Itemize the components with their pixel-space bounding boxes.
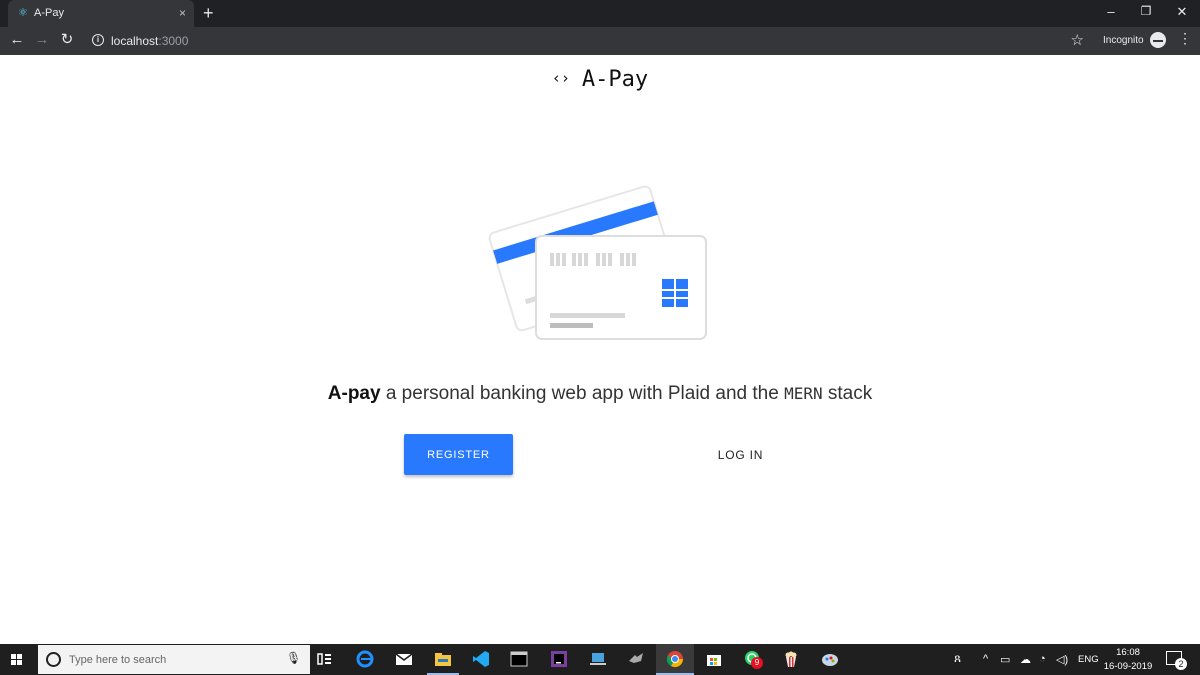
- react-favicon-icon: ⚛: [18, 7, 28, 19]
- chrome-icon[interactable]: [665, 649, 685, 669]
- popcorn-app-icon[interactable]: [781, 649, 801, 669]
- browser-tabstrip: ⚛ A-Pay × + – ❐ ✕: [0, 0, 1200, 27]
- people-icon[interactable]: ጸ: [954, 651, 961, 666]
- close-tab-icon[interactable]: ×: [179, 6, 186, 20]
- show-hidden-icons-chevron-up-icon[interactable]: ^: [983, 653, 988, 665]
- page-content: ‹› A-Pay A-pay a personal banking web app…: [0, 55, 1200, 644]
- intellij-icon[interactable]: [549, 649, 569, 669]
- code-icon: ‹›: [551, 69, 570, 87]
- incognito-icon[interactable]: [1150, 32, 1166, 48]
- reload-icon[interactable]: ↻: [58, 32, 76, 48]
- windows-taskbar: Type here to search 🎙 9 ጸ ^ ▭ ☁ ◔ ◁) ENG…: [0, 644, 1200, 675]
- clock-time: 16:08: [1116, 647, 1140, 658]
- language-indicator[interactable]: ENG: [1078, 654, 1099, 665]
- edge-browser-icon[interactable]: [355, 649, 375, 669]
- paint-icon[interactable]: [820, 649, 840, 669]
- brand-header[interactable]: ‹› A-Pay: [0, 67, 1200, 92]
- onedrive-cloud-icon[interactable]: ☁: [1020, 653, 1031, 666]
- microphone-icon[interactable]: 🎙: [286, 651, 301, 665]
- close-window-icon[interactable]: ✕: [1172, 4, 1192, 20]
- brand-name: A-Pay: [581, 67, 649, 92]
- game-app-icon[interactable]: [626, 649, 646, 669]
- site-info-icon[interactable]: i: [92, 34, 104, 46]
- tab-a-pay[interactable]: ⚛ A-Pay ×: [8, 0, 194, 27]
- volume-icon[interactable]: ◁): [1056, 653, 1068, 666]
- taskbar-search-input[interactable]: Type here to search 🎙: [38, 645, 310, 674]
- browser-toolbar: ← → ↻ i localhost:3000 ☆ Incognito ⋮: [0, 27, 1200, 55]
- address-bar[interactable]: i localhost:3000 ☆: [86, 29, 1090, 53]
- credit-cards-illustration: [488, 185, 707, 340]
- taskbar-clock[interactable]: 16:08 16-09-2019: [1102, 646, 1154, 674]
- new-tab-button[interactable]: +: [203, 3, 214, 23]
- laptop-app-icon[interactable]: [588, 649, 608, 669]
- tagline: A-pay a personal banking web app with Pl…: [327, 383, 873, 404]
- back-arrow-icon[interactable]: ←: [8, 32, 26, 48]
- task-view-icon[interactable]: [315, 649, 335, 669]
- vscode-icon[interactable]: [471, 649, 491, 669]
- whatsapp-badge: 9: [751, 657, 763, 669]
- browser-menu-icon[interactable]: ⋮: [1178, 31, 1192, 45]
- incognito-label: Incognito: [1103, 35, 1144, 46]
- cortana-icon[interactable]: [46, 652, 61, 667]
- bookmark-star-icon[interactable]: ☆: [1071, 31, 1084, 49]
- tab-title: A-Pay: [34, 7, 64, 19]
- mail-icon[interactable]: [394, 649, 414, 669]
- search-placeholder: Type here to search: [69, 654, 167, 666]
- minimize-icon[interactable]: –: [1101, 4, 1121, 19]
- terminal-icon[interactable]: [509, 649, 529, 669]
- windows-start-icon[interactable]: [11, 654, 23, 666]
- battery-icon[interactable]: ▭: [1000, 653, 1010, 666]
- notification-count: 2: [1175, 658, 1187, 670]
- clock-date: 16-09-2019: [1103, 661, 1153, 672]
- url-text[interactable]: localhost:3000: [111, 34, 188, 48]
- register-button[interactable]: REGISTER: [404, 434, 513, 475]
- forward-arrow-icon[interactable]: →: [33, 32, 51, 48]
- restore-icon[interactable]: ❐: [1136, 4, 1156, 18]
- file-explorer-icon[interactable]: [433, 649, 453, 669]
- login-button[interactable]: LOG IN: [686, 434, 795, 475]
- store-icon[interactable]: [704, 649, 724, 669]
- wifi-icon[interactable]: ◔: [1039, 653, 1046, 665]
